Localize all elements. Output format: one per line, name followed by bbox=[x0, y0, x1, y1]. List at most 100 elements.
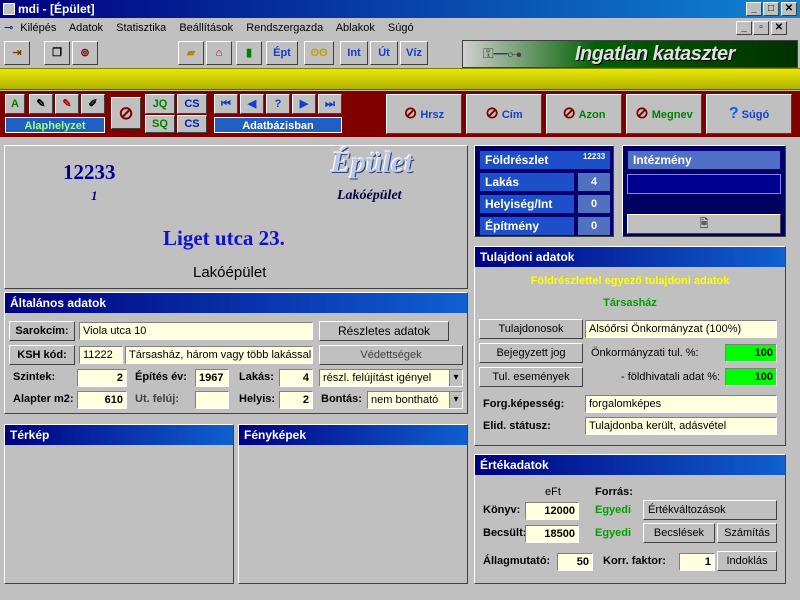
alaphelyzet-label[interactable]: Alaphelyzet bbox=[5, 117, 105, 133]
minimize-button[interactable]: _ bbox=[746, 2, 762, 16]
find-cs-button[interactable]: CS bbox=[177, 94, 207, 114]
eraser-button[interactable]: ✐ bbox=[81, 94, 105, 114]
reszletes-adatok-button[interactable]: Részletes adatok bbox=[319, 321, 449, 341]
hrsz-label: Hrsz bbox=[420, 109, 445, 121]
tulajdonosok-button[interactable]: Tulajdonosok bbox=[479, 319, 583, 339]
lakas-count-field[interactable]: 4 bbox=[279, 369, 313, 387]
prev-record-button[interactable]: ◀ bbox=[240, 94, 264, 114]
pen-red-icon: ✎ bbox=[62, 98, 72, 110]
menu-statisztika[interactable]: Statisztika bbox=[116, 22, 166, 34]
bontas-select[interactable]: nem bontható bbox=[367, 391, 463, 409]
first-record-button[interactable]: ⏮ bbox=[214, 94, 238, 114]
menu-ablakok[interactable]: Ablakok bbox=[336, 22, 375, 34]
hrsz-search-button[interactable]: ⊘ Hrsz bbox=[386, 94, 462, 134]
helyis-field[interactable]: 2 bbox=[279, 391, 313, 409]
fold-label: - földhivatali adat %: bbox=[621, 371, 721, 383]
szamitas-button[interactable]: Számítás bbox=[717, 523, 777, 543]
azon-search-button[interactable]: ⊘ Azon bbox=[546, 94, 622, 134]
menu-kilepes[interactable]: Kilépés bbox=[20, 22, 56, 34]
ut-button[interactable]: Út bbox=[370, 41, 398, 65]
becsult-source: Egyedi bbox=[595, 527, 632, 539]
ownership-line1: Földrészlettel egyező tulajdoni adatok bbox=[530, 275, 730, 287]
menu-adatok[interactable]: Adatok bbox=[69, 22, 103, 34]
helyiseg-label[interactable]: Helyiség/Int bbox=[479, 194, 575, 214]
vedettsegek-button[interactable]: Védettségek bbox=[319, 345, 463, 365]
ept-button[interactable]: Épt bbox=[266, 41, 298, 65]
next-record-button[interactable]: ▶ bbox=[292, 94, 316, 114]
windows-tool-button[interactable]: ❐ bbox=[44, 41, 70, 65]
ksh-button[interactable]: KSH kód: bbox=[9, 345, 75, 365]
epitmeny-label[interactable]: Építmény bbox=[479, 216, 575, 236]
zoom-tool-button[interactable]: ⊚ bbox=[72, 41, 98, 65]
allapot-select[interactable]: részl. felújítást igényel bbox=[319, 369, 463, 387]
door-tool-button[interactable]: ▮ bbox=[236, 41, 262, 65]
ownership-header: Tulajdoni adatok bbox=[475, 247, 785, 267]
ownership-panel: Tulajdoni adatok Földrészlettel egyező t… bbox=[474, 246, 786, 446]
document-icon: 🗎 bbox=[699, 218, 709, 230]
allam-field[interactable]: 50 bbox=[557, 553, 593, 571]
keys-icon: ⚿━⊶ bbox=[483, 45, 522, 61]
azon-label: Azon bbox=[578, 109, 606, 121]
menu-sugo[interactable]: Súgó bbox=[388, 22, 414, 34]
becslesek-button[interactable]: Becslések bbox=[643, 523, 715, 543]
sugo-button[interactable]: ? Súgó bbox=[706, 94, 792, 134]
mdi-restore-button[interactable]: ▫ bbox=[753, 21, 769, 35]
tul-esemenyek-button[interactable]: Tul. események bbox=[479, 367, 583, 387]
house-tool-button[interactable]: ⌂ bbox=[206, 41, 232, 65]
intezmeny-panel: Intézmény 🗎 bbox=[622, 145, 786, 237]
pen-icon: ✎ bbox=[36, 98, 46, 110]
window-title-bar: mdi - [Épület] _ □ ✕ bbox=[0, 0, 800, 18]
sarokcim-field[interactable]: Viola utca 10 bbox=[79, 322, 313, 340]
indoklas-button[interactable]: Indoklás bbox=[717, 551, 777, 571]
mdi-close-button[interactable]: ✕ bbox=[771, 21, 787, 35]
maximize-button[interactable]: □ bbox=[763, 2, 779, 16]
mode-a-button[interactable]: A bbox=[5, 94, 25, 114]
find-s-button[interactable]: SQ bbox=[145, 115, 175, 133]
value-header: Értékadatok bbox=[475, 455, 785, 475]
elid-field[interactable]: Tulajdonba került, adásvétel bbox=[585, 417, 777, 435]
search-button[interactable]: ⊘ bbox=[111, 97, 141, 129]
megnev-search-button[interactable]: ⊘ Megnev bbox=[626, 94, 702, 134]
last-record-button[interactable]: ⏭ bbox=[318, 94, 342, 114]
menu-beallitasok[interactable]: Beállítások bbox=[179, 22, 233, 34]
exit-tool-button[interactable]: ⇥ bbox=[4, 41, 30, 65]
first-icon: ⏮ bbox=[221, 98, 231, 110]
intezmeny-doc-button[interactable]: 🗎 bbox=[627, 214, 781, 234]
lakas-label[interactable]: Lakás bbox=[479, 172, 575, 192]
magnifier-icon: ⊚ bbox=[80, 47, 90, 59]
sugo-label: Súgó bbox=[741, 109, 770, 121]
epites-field[interactable]: 1967 bbox=[195, 369, 229, 387]
intezmeny-label[interactable]: Intézmény bbox=[627, 150, 781, 170]
konyv-field[interactable]: 12000 bbox=[525, 502, 579, 520]
people-tool-button[interactable]: ʘʘ bbox=[304, 41, 334, 65]
record-help-button[interactable]: ? bbox=[266, 94, 290, 114]
viz-button[interactable]: Víz bbox=[400, 41, 428, 65]
edit-red-button[interactable]: ✎ bbox=[55, 94, 79, 114]
general-panel: Általános adatok Sarokcím: Viola utca 10… bbox=[4, 292, 468, 414]
last-icon: ⏭ bbox=[325, 98, 335, 110]
menu-rendszergazda[interactable]: Rendszergazda bbox=[246, 22, 323, 34]
alapter-field[interactable]: 610 bbox=[77, 391, 127, 409]
cim-search-button[interactable]: ⊘ Cím bbox=[466, 94, 542, 134]
bejegyzett-jog-button[interactable]: Bejegyzett jog bbox=[479, 343, 583, 363]
edit-pen-button[interactable]: ✎ bbox=[29, 94, 53, 114]
int-button[interactable]: Int bbox=[340, 41, 368, 65]
find-cs2-button[interactable]: CS bbox=[177, 115, 207, 133]
close-button[interactable]: ✕ bbox=[781, 2, 797, 16]
intezmeny-field[interactable] bbox=[627, 174, 781, 194]
korr-field[interactable]: 1 bbox=[679, 553, 715, 571]
sarokcim-button[interactable]: Sarokcím: bbox=[9, 321, 75, 341]
find-q-button[interactable]: JQ bbox=[145, 94, 175, 114]
szintek-field[interactable]: 2 bbox=[77, 369, 127, 387]
window-title: mdi - [Épület] bbox=[18, 2, 95, 16]
ksh-code-field[interactable]: 11222 bbox=[79, 346, 123, 364]
people-icon: ʘʘ bbox=[310, 47, 328, 59]
becsult-field[interactable]: 18500 bbox=[525, 525, 579, 543]
ertekvaltozasok-button[interactable]: Értékváltozások bbox=[643, 500, 777, 520]
book-tool-button[interactable]: ▰ bbox=[178, 41, 204, 65]
korr-label: Korr. faktor: bbox=[603, 555, 666, 567]
utfel-field[interactable] bbox=[195, 391, 229, 409]
forg-field[interactable]: forgalomképes bbox=[585, 395, 777, 413]
windows-icon: ❐ bbox=[52, 47, 62, 59]
mdi-minimize-button[interactable]: _ bbox=[736, 21, 752, 35]
